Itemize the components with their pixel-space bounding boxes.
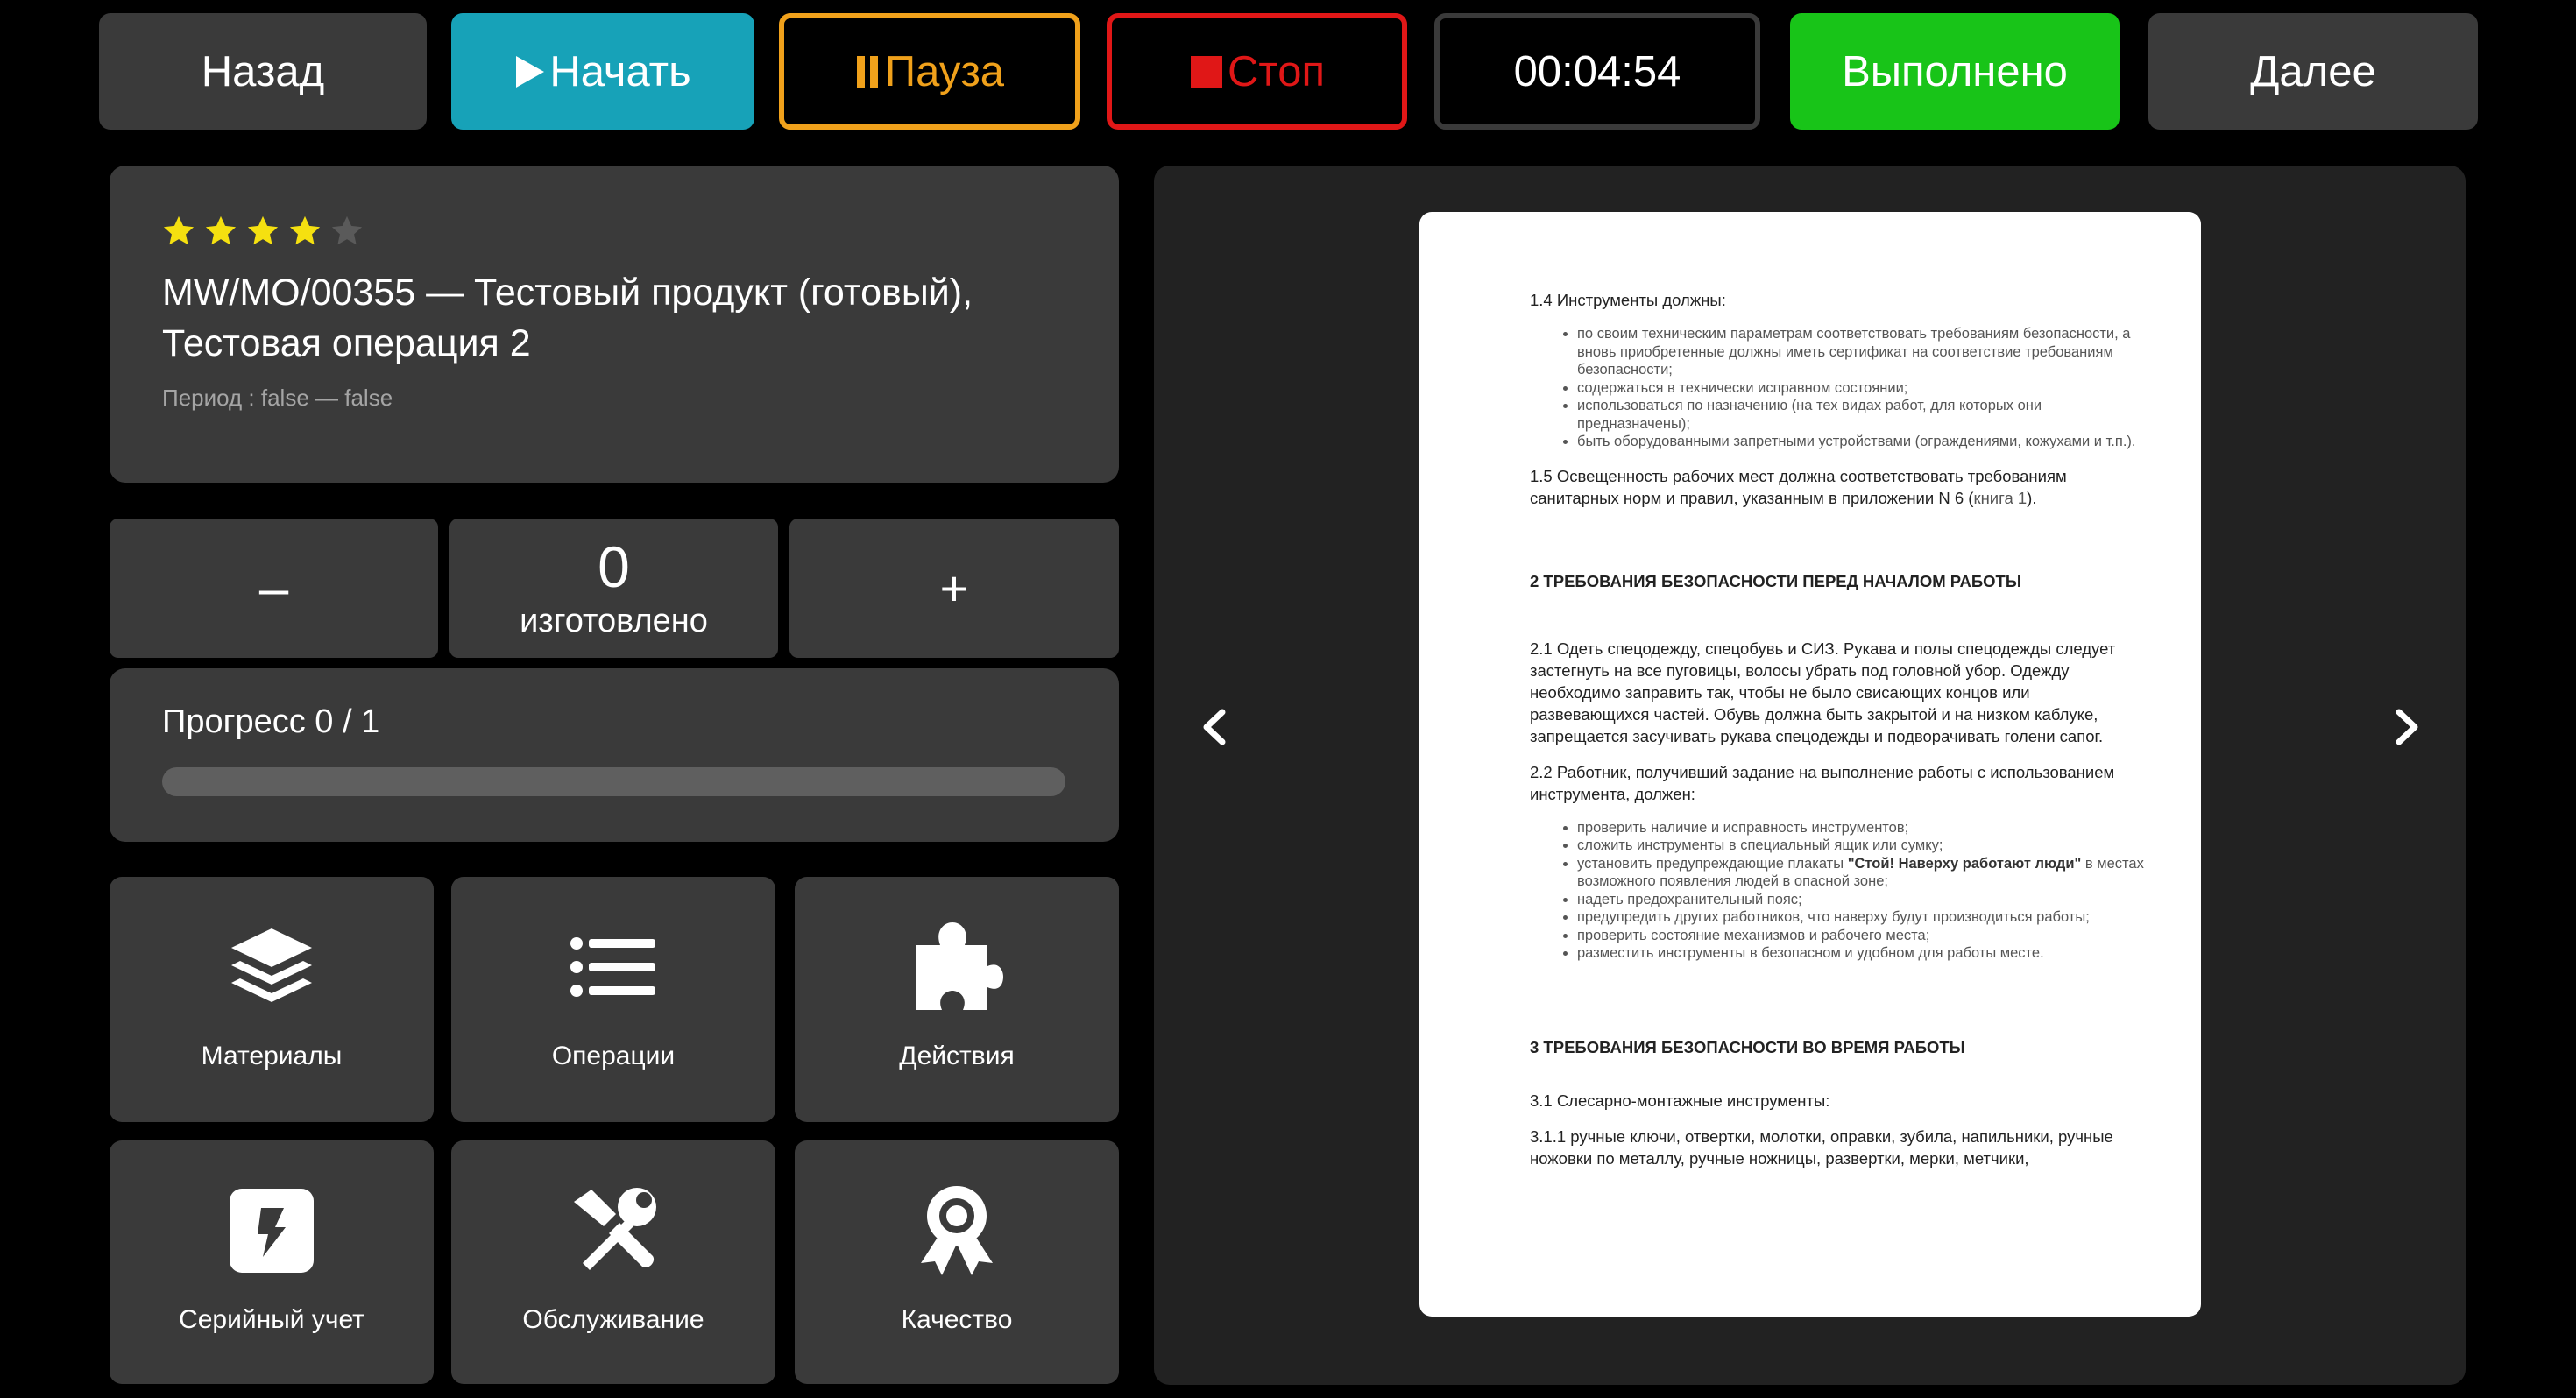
produced-label: изготовлено: [520, 603, 708, 639]
tile-maintenance[interactable]: Обслуживание: [451, 1140, 775, 1384]
tile-actions-label: Действия: [899, 1041, 1015, 1070]
order-title-line-1: MW/MO/00355 — Тестовый продукт (готовый)…: [162, 272, 973, 314]
star-icon[interactable]: [204, 215, 237, 248]
plus-label: +: [939, 561, 969, 616]
play-icon: [516, 55, 545, 88]
tile-operations-label: Операции: [551, 1041, 676, 1070]
list-item: предупредить других работников, что наве…: [1577, 908, 2148, 927]
tile-serial-label: Серийный учет: [179, 1305, 364, 1334]
done-label: Выполнено: [1842, 47, 2068, 95]
doc-section-1-5: 1.5 Освещенность рабочих мест должна соо…: [1530, 465, 2148, 509]
doc-section-1-4-title: 1.4 Инструменты должны:: [1530, 291, 1726, 309]
pause-icon: [856, 55, 878, 88]
tile-materials[interactable]: Материалы: [110, 877, 434, 1122]
star-icon[interactable]: [288, 215, 322, 248]
back-label: Назад: [201, 47, 325, 95]
star-icon[interactable]: [162, 215, 195, 248]
pause-label: Пауза: [884, 47, 1005, 95]
doc-section-3-1-1: 3.1.1 ручные ключи, отвертки, молотки, о…: [1530, 1126, 2113, 1168]
progress-bar: [162, 767, 1065, 796]
stop-icon: [1190, 55, 1222, 88]
star-icon[interactable]: [330, 215, 364, 248]
progress-text: Прогресс 0 / 1: [162, 703, 380, 740]
tile-maintenance-label: Обслуживание: [522, 1305, 704, 1334]
back-button[interactable]: Назад: [99, 13, 427, 130]
order-title-line-2: Тестовая операция 2: [162, 322, 531, 364]
doc-heading-3: 3 ТРЕБОВАНИЯ БЕЗОПАСНОСТИ ВО ВРЕМЯ РАБОТ…: [1530, 1037, 1965, 1056]
minus-label: –: [258, 559, 289, 618]
tile-actions[interactable]: Действия: [795, 877, 1119, 1122]
chevron-left-icon[interactable]: [1194, 705, 1238, 749]
list-item: установить предупреждающие плакаты "Стой…: [1577, 855, 2148, 891]
list-item: по своим техническим параметрам соответс…: [1577, 325, 2148, 379]
doc-section-2-2-list: проверить наличие и исправность инструме…: [1530, 819, 2148, 963]
decrement-button[interactable]: –: [110, 519, 438, 658]
doc-section-2-1: 2.1 Одеть спецодежду, спецобувь и СИЗ. Р…: [1530, 639, 2116, 745]
tile-materials-label: Материалы: [201, 1041, 343, 1070]
stop-button[interactable]: Стоп: [1107, 13, 1407, 130]
next-button[interactable]: Далее: [2148, 13, 2478, 130]
timer-display: 00:04:54: [1434, 13, 1760, 130]
start-label: Начать: [549, 47, 691, 95]
list-item: сложить инструменты в специальный ящик и…: [1577, 837, 2148, 855]
document-page[interactable]: 1.4 Инструменты должны: по своим техниче…: [1419, 212, 2201, 1317]
bolt-icon: [230, 1189, 314, 1273]
star-icon[interactable]: [246, 215, 280, 248]
order-info-card: MW/MO/00355 — Тестовый продукт (готовый)…: [110, 166, 1119, 483]
award-icon: [921, 1186, 993, 1275]
list-item: разместить инструменты в безопасном и уд…: [1577, 944, 2148, 963]
list-item: быть оборудованными запретными устройств…: [1577, 433, 2148, 451]
next-label: Далее: [2250, 47, 2376, 95]
puzzle-icon: [916, 922, 1003, 1010]
tools-icon: [574, 1188, 656, 1270]
list-item: содержаться в технически исправном состо…: [1577, 379, 2148, 398]
layers-icon: [231, 928, 312, 1002]
doc-book-link[interactable]: книга 1: [1973, 489, 2027, 507]
tile-operations[interactable]: Операции: [451, 877, 775, 1122]
increment-button[interactable]: +: [789, 519, 1119, 658]
doc-section-2-2: 2.2 Работник, получивший задание на выпо…: [1530, 762, 2115, 803]
produced-counter: 0 изготовлено: [449, 519, 778, 658]
doc-section-3-1: 3.1 Слесарно-монтажные инструменты:: [1530, 1091, 1830, 1110]
doc-heading-2: 2 ТРЕБОВАНИЯ БЕЗОПАСНОСТИ ПЕРЕД НАЧАЛОМ …: [1530, 571, 2021, 590]
chevron-right-icon[interactable]: [2383, 705, 2427, 749]
period-text: Период : false — false: [162, 385, 393, 411]
stop-label: Стоп: [1227, 47, 1326, 95]
done-button[interactable]: Выполнено: [1790, 13, 2120, 130]
order-title: MW/MO/00355 — Тестовый продукт (готовый)…: [162, 267, 1066, 369]
list-item: надеть предохранительный пояс;: [1577, 891, 2148, 909]
tile-quality[interactable]: Качество: [795, 1140, 1119, 1384]
priority-stars[interactable]: [162, 215, 1066, 248]
tile-serial-tracking[interactable]: Серийный учет: [110, 1140, 434, 1384]
progress-card: Прогресс 0 / 1: [110, 668, 1119, 842]
doc-section-1-4-list: по своим техническим параметрам соответс…: [1530, 325, 2148, 451]
start-button[interactable]: Начать: [451, 13, 754, 130]
list-item: использоваться по назначению (на тех вид…: [1577, 397, 2148, 433]
list-item: проверить наличие и исправность инструме…: [1577, 819, 2148, 837]
list-item: проверить состояние механизмов и рабочег…: [1577, 927, 2148, 945]
produced-count: 0: [598, 534, 630, 599]
tile-quality-label: Качество: [901, 1305, 1013, 1334]
doc-section-1-5-end: ).: [2027, 488, 2037, 507]
warning-sign-text: "Стой! Наверху работают люди": [1847, 855, 2082, 872]
list-item-text: установить предупреждающие плакаты: [1577, 855, 1848, 872]
pause-button[interactable]: Пауза: [779, 13, 1080, 130]
list-icon: [570, 937, 655, 997]
timer-value: 00:04:54: [1513, 47, 1681, 95]
